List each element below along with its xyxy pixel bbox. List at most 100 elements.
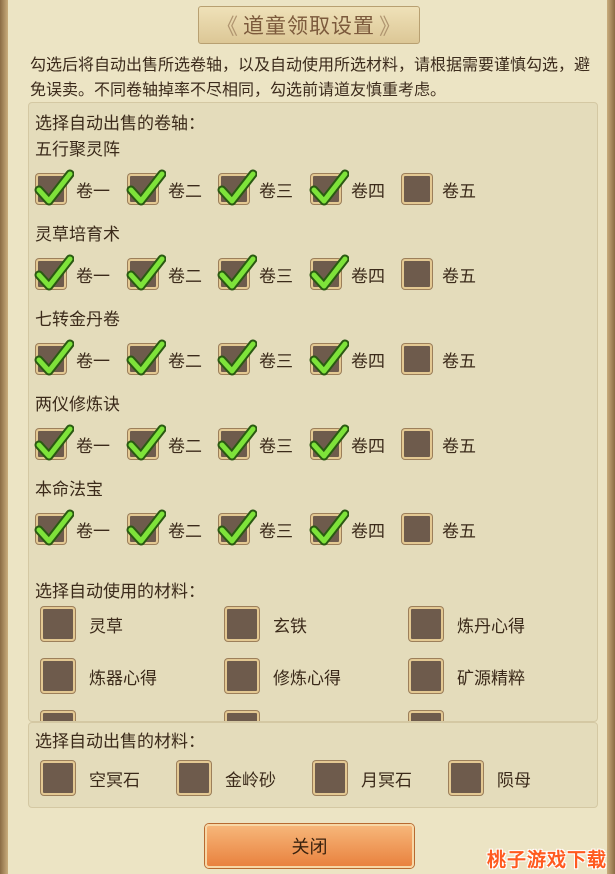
scroll-option-label: 卷二	[168, 181, 202, 202]
scroll-option[interactable]: 卷四	[309, 424, 385, 462]
scroll-checkbox-checked[interactable]	[34, 254, 74, 291]
scroll-option[interactable]: 卷一	[34, 254, 110, 292]
scroll-checkbox-checked[interactable]	[309, 169, 349, 206]
scroll-group-title: 灵草培育术	[35, 225, 120, 245]
scroll-checkbox-checked[interactable]	[309, 509, 349, 546]
scroll-option[interactable]: 卷三	[217, 424, 293, 462]
checkmark-icon	[217, 339, 257, 376]
right-frame-border	[607, 0, 615, 874]
scroll-option[interactable]: 卷二	[126, 254, 202, 292]
use-material-checkbox[interactable]	[409, 607, 443, 641]
scroll-checkbox-checked[interactable]	[34, 169, 74, 206]
scroll-checkbox-checked[interactable]	[217, 169, 257, 206]
scroll-checkbox-checked[interactable]	[34, 509, 74, 546]
scroll-option-label: 卷一	[76, 351, 110, 372]
sell-material-checkbox[interactable]	[41, 761, 75, 795]
sell-material-option[interactable]: 金岭砂	[177, 759, 276, 797]
use-material-option[interactable]: 炼器心得	[41, 657, 157, 695]
scroll-checkbox-checked[interactable]	[126, 339, 166, 376]
scroll-option[interactable]: 卷三	[217, 254, 293, 292]
scroll-option[interactable]: 卷二	[126, 509, 202, 547]
use-material-checkbox[interactable]	[225, 659, 259, 693]
scroll-option[interactable]: 卷四	[309, 509, 385, 547]
scroll-checkbox-checked[interactable]	[217, 424, 257, 461]
use-material-option[interactable]: 修炼心得	[225, 657, 341, 695]
scroll-option[interactable]: 卷五	[402, 171, 476, 207]
scroll-checkbox[interactable]	[402, 259, 432, 289]
scroll-checkbox[interactable]	[402, 174, 432, 204]
scroll-checkbox-checked[interactable]	[126, 509, 166, 546]
scroll-option[interactable]: 卷四	[309, 339, 385, 377]
scroll-option-label: 卷二	[168, 266, 202, 287]
scroll-option[interactable]: 卷三	[217, 509, 293, 547]
use-material-label: 灵草	[89, 616, 123, 637]
use-material-option[interactable]: 玄铁	[225, 605, 307, 643]
scroll-option[interactable]: 卷三	[217, 169, 293, 207]
use-material-checkbox[interactable]	[409, 659, 443, 693]
scroll-option[interactable]: 卷二	[126, 424, 202, 462]
scroll-group-title: 五行聚灵阵	[35, 140, 120, 160]
sell-material-option[interactable]: 陨母	[449, 759, 531, 797]
use-material-option-clipped[interactable]	[225, 709, 259, 721]
title-left-ornament: 《	[215, 15, 239, 40]
checkmark-icon	[217, 424, 257, 461]
scroll-checkbox-checked[interactable]	[309, 424, 349, 461]
use-material-option[interactable]: 炼丹心得	[409, 605, 525, 643]
scroll-checkbox-checked[interactable]	[217, 339, 257, 376]
use-material-checkbox[interactable]	[225, 711, 259, 721]
use-material-option[interactable]: 灵草	[41, 605, 123, 643]
scroll-group-title: 两仪修炼诀	[35, 395, 120, 415]
scroll-checkbox-checked[interactable]	[126, 424, 166, 461]
use-material-checkbox[interactable]	[41, 659, 75, 693]
scroll-option-label: 卷五	[442, 351, 476, 372]
scroll-option-label: 卷五	[442, 266, 476, 287]
sell-material-option[interactable]: 空冥石	[41, 759, 140, 797]
sell-material-checkbox[interactable]	[449, 761, 483, 795]
scroll-checkbox-checked[interactable]	[126, 169, 166, 206]
sell-material-checkbox[interactable]	[313, 761, 347, 795]
scroll-option-label: 卷三	[259, 521, 293, 542]
scroll-checkbox-checked[interactable]	[34, 339, 74, 376]
scroll-option[interactable]: 卷一	[34, 424, 110, 462]
checkmark-icon	[126, 424, 166, 461]
use-material-checkbox[interactable]	[41, 711, 75, 721]
close-button[interactable]: 关闭	[205, 824, 414, 868]
use-material-checkbox[interactable]	[41, 607, 75, 641]
use-material-option[interactable]: 矿源精粹	[409, 657, 525, 695]
checkmark-icon	[309, 424, 349, 461]
use-material-option-clipped[interactable]	[41, 709, 75, 721]
scroll-option[interactable]: 卷一	[34, 509, 110, 547]
checkmark-icon	[309, 254, 349, 291]
scroll-option[interactable]: 卷四	[309, 254, 385, 292]
scroll-checkbox-checked[interactable]	[309, 254, 349, 291]
scroll-option[interactable]: 卷二	[126, 169, 202, 207]
scroll-option[interactable]: 卷三	[217, 339, 293, 377]
scroll-checkbox[interactable]	[402, 344, 432, 374]
scroll-option-label: 卷二	[168, 436, 202, 457]
scroll-checkbox-checked[interactable]	[34, 424, 74, 461]
scroll-checkbox-checked[interactable]	[217, 509, 257, 546]
scroll-option[interactable]: 卷五	[402, 511, 476, 547]
use-material-checkbox[interactable]	[225, 607, 259, 641]
sell-material-checkbox[interactable]	[177, 761, 211, 795]
scroll-and-use-panel[interactable]: 选择自动出售的卷轴： 五行聚灵阵 卷一 卷二 卷三 卷四 卷五 灵草培育术 卷一 卷二 卷三 卷四卷…	[28, 102, 598, 722]
scroll-checkbox[interactable]	[402, 429, 432, 459]
scroll-checkbox-checked[interactable]	[126, 254, 166, 291]
scroll-option[interactable]: 卷一	[34, 339, 110, 377]
scroll-checkbox-checked[interactable]	[309, 339, 349, 376]
scroll-option[interactable]: 卷二	[126, 339, 202, 377]
use-material-checkbox[interactable]	[409, 711, 443, 721]
scroll-checkbox[interactable]	[402, 514, 432, 544]
scroll-option[interactable]: 卷五	[402, 426, 476, 462]
scroll-option[interactable]: 卷五	[402, 256, 476, 292]
checkmark-icon	[309, 339, 349, 376]
scroll-checkbox-checked[interactable]	[217, 254, 257, 291]
scroll-option-label: 卷五	[442, 181, 476, 202]
scroll-option[interactable]: 卷五	[402, 341, 476, 377]
scroll-option[interactable]: 卷四	[309, 169, 385, 207]
title-right-ornament: 》	[379, 15, 403, 40]
scroll-option[interactable]: 卷一	[34, 169, 110, 207]
sell-material-option[interactable]: 月冥石	[313, 759, 412, 797]
scroll-option-label: 卷三	[259, 351, 293, 372]
use-material-option-clipped[interactable]	[409, 709, 443, 721]
